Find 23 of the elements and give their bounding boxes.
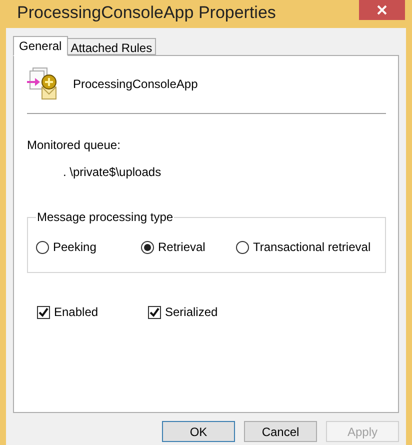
close-icon [377,5,387,15]
tab[interactable]: Attached Rules [66,38,156,55]
radio-button[interactable] [141,240,154,254]
queue-label: Monitored queue: [27,137,122,154]
radio-button[interactable] [36,240,49,254]
queue-path: . \private$\uploads [63,164,162,181]
radio-label[interactable]: Peeking [53,238,96,256]
group-legend: Message processing type [36,210,174,224]
radio-label[interactable]: Retrieval [158,238,206,256]
checkmark-icon [38,306,49,318]
checkbox[interactable] [148,306,161,318]
checkbox-label[interactable]: Enabled [54,303,98,321]
application-name: ProcessingConsoleApp [73,76,198,93]
close-button[interactable] [359,0,405,20]
checkmark-icon [149,306,160,318]
dialog-button[interactable]: Cancel [244,421,317,442]
radio-label[interactable]: Transactional retrieval [253,238,371,256]
window-title: ProcessingConsoleApp Properties [17,2,276,24]
radio-button[interactable] [236,240,249,254]
checkbox-label[interactable]: Serialized [165,303,218,321]
checkbox[interactable] [37,306,50,318]
tab[interactable]: General [13,36,68,56]
dialog-button[interactable]: OK [162,421,235,442]
